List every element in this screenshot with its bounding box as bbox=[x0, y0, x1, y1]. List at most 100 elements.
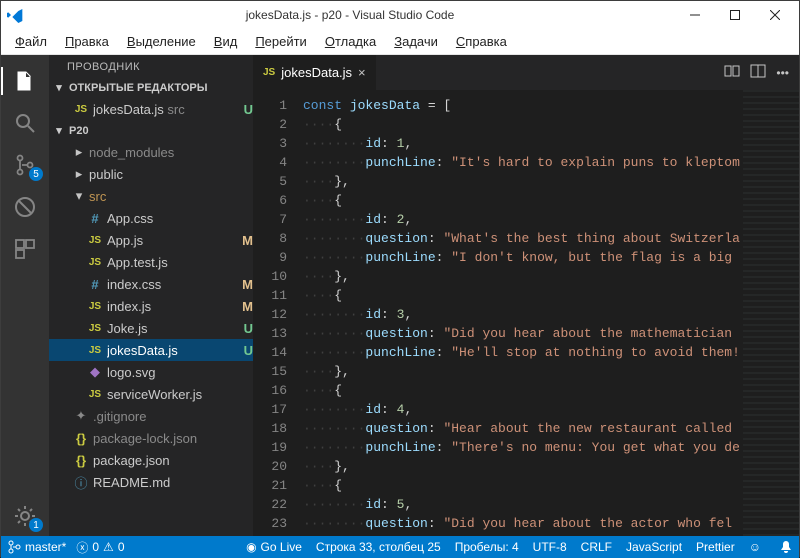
file-label: logo.svg bbox=[107, 365, 253, 380]
sidebar-title: ПРОВОДНИК bbox=[49, 55, 253, 77]
debug-icon bbox=[13, 195, 37, 219]
file-label: App.test.js bbox=[107, 255, 253, 270]
file-item[interactable]: ✦.gitignore bbox=[49, 405, 253, 427]
file-item[interactable]: {}package.json bbox=[49, 449, 253, 471]
file-label: App.js bbox=[107, 233, 233, 248]
file-icon: JS bbox=[87, 345, 103, 356]
status-feedback[interactable]: ☺ bbox=[749, 540, 761, 554]
split-editor-icon[interactable] bbox=[750, 63, 766, 82]
close-icon[interactable]: × bbox=[358, 65, 366, 80]
status-spaces[interactable]: Пробелы: 4 bbox=[455, 540, 519, 554]
status-prettier[interactable]: Prettier bbox=[696, 540, 735, 554]
file-label: package-lock.json bbox=[93, 431, 253, 446]
file-icon: ◆ bbox=[87, 364, 103, 380]
file-label: index.css bbox=[107, 277, 233, 292]
file-item[interactable]: ◆ logo.svg bbox=[49, 361, 253, 383]
js-file-icon: JS bbox=[263, 67, 275, 78]
minimap[interactable] bbox=[743, 90, 799, 536]
file-item[interactable]: {}package-lock.json bbox=[49, 427, 253, 449]
status-branch[interactable]: master* bbox=[7, 540, 66, 554]
file-item[interactable]: #App.css bbox=[49, 207, 253, 229]
activity-search[interactable] bbox=[1, 103, 49, 143]
git-status: U bbox=[237, 102, 253, 117]
file-item[interactable]: ⓘREADME.md bbox=[49, 471, 253, 493]
activity-scm[interactable]: 5 bbox=[1, 145, 49, 185]
search-icon bbox=[13, 111, 37, 135]
git-status: M bbox=[237, 277, 253, 292]
bell-icon[interactable] bbox=[779, 540, 793, 554]
git-status: U bbox=[237, 321, 253, 336]
activity-bar: 5 1 bbox=[1, 55, 49, 536]
close-button[interactable] bbox=[755, 1, 795, 29]
activity-extensions[interactable] bbox=[1, 229, 49, 269]
git-status: U bbox=[237, 343, 253, 358]
file-icon: JS bbox=[87, 257, 103, 268]
branch-icon bbox=[7, 540, 21, 554]
files-icon bbox=[13, 69, 37, 93]
titlebar: jokesData.js - p20 - Visual Studio Code bbox=[1, 1, 799, 29]
chevron-down-icon: ▾ bbox=[53, 81, 65, 94]
folder-label: public bbox=[89, 167, 253, 182]
folder-item[interactable]: ▸ public bbox=[49, 163, 253, 185]
activity-explorer[interactable] bbox=[1, 61, 49, 101]
open-editor-item[interactable]: JSjokesData.js srcU bbox=[49, 98, 253, 120]
file-item[interactable]: JS App.test.js bbox=[49, 251, 253, 273]
maximize-button[interactable] bbox=[715, 1, 755, 29]
open-editors-label: ОТКРЫТЫЕ РЕДАКТОРЫ bbox=[69, 82, 208, 94]
file-icon: {} bbox=[73, 453, 89, 468]
open-editors-header[interactable]: ▾ ОТКРЫТЫЕ РЕДАКТОРЫ bbox=[49, 77, 253, 98]
file-item[interactable]: JSjokesData.jsU bbox=[49, 339, 253, 361]
file-item[interactable]: JSindex.jsM bbox=[49, 295, 253, 317]
tab-label: jokesData.js bbox=[281, 65, 352, 80]
file-item[interactable]: JS serviceWorker.js bbox=[49, 383, 253, 405]
minimize-button[interactable] bbox=[675, 1, 715, 29]
file-item[interactable]: # index.css M bbox=[49, 273, 253, 295]
menu-правка[interactable]: Правка bbox=[57, 32, 117, 51]
menu-выделение[interactable]: Выделение bbox=[119, 32, 204, 51]
menu-справка[interactable]: Справка bbox=[448, 32, 515, 51]
extensions-icon bbox=[13, 237, 37, 261]
status-problems[interactable]: ⓧ0 ⚠0 bbox=[76, 539, 124, 556]
file-icon: ⓘ bbox=[73, 473, 89, 492]
file-icon: # bbox=[87, 277, 103, 292]
git-status: M bbox=[237, 233, 253, 248]
status-branch-label: master* bbox=[25, 540, 66, 554]
js-file-icon: JS bbox=[73, 104, 89, 115]
menu-задачи[interactable]: Задачи bbox=[386, 32, 446, 51]
folder-label: node_modules bbox=[89, 145, 253, 160]
status-encoding[interactable]: UTF-8 bbox=[533, 540, 567, 554]
git-status: M bbox=[237, 299, 253, 314]
status-bar: master* ⓧ0 ⚠0 ◉Go Live Строка 33, столбе… bbox=[1, 536, 799, 558]
status-cursor[interactable]: Строка 33, столбец 25 bbox=[316, 540, 441, 554]
compare-changes-icon[interactable] bbox=[724, 63, 740, 82]
file-icon: JS bbox=[87, 389, 103, 400]
folder-item[interactable]: ▸node_modules bbox=[49, 141, 253, 163]
chevron-right-icon: ▸ bbox=[73, 166, 85, 182]
project-header[interactable]: ▾ P20 bbox=[49, 120, 253, 141]
folder-item[interactable]: ▾src bbox=[49, 185, 253, 207]
activity-debug[interactable] bbox=[1, 187, 49, 227]
code-area[interactable]: const jokesData = [ ····{ ········id: 1,… bbox=[297, 90, 799, 536]
more-icon[interactable]: ••• bbox=[776, 66, 789, 80]
status-lang[interactable]: JavaScript bbox=[626, 540, 682, 554]
menubar: ФайлПравкаВыделениеВидПерейтиОтладкаЗада… bbox=[1, 29, 799, 55]
file-item[interactable]: JSJoke.jsU bbox=[49, 317, 253, 339]
code-editor[interactable]: 123456789101112131415161718192021222324 … bbox=[253, 90, 799, 536]
warning-icon: ⚠ bbox=[103, 540, 114, 554]
status-golive[interactable]: ◉Go Live bbox=[246, 540, 302, 554]
file-item[interactable]: JSApp.jsM bbox=[49, 229, 253, 251]
project-label: P20 bbox=[69, 125, 89, 137]
file-icon: # bbox=[87, 211, 103, 226]
menu-перейти[interactable]: Перейти bbox=[247, 32, 315, 51]
editor-group: JS jokesData.js × ••• 123456789101112131… bbox=[253, 55, 799, 536]
file-icon: ✦ bbox=[73, 408, 89, 424]
chevron-down-icon: ▾ bbox=[73, 188, 85, 204]
tab-jokesdata[interactable]: JS jokesData.js × bbox=[253, 55, 377, 90]
activity-settings[interactable]: 1 bbox=[1, 496, 49, 536]
status-eol[interactable]: CRLF bbox=[581, 540, 612, 554]
menu-вид[interactable]: Вид bbox=[206, 32, 246, 51]
menu-файл[interactable]: Файл bbox=[7, 32, 55, 51]
error-icon: ⓧ bbox=[76, 539, 88, 556]
menu-отладка[interactable]: Отладка bbox=[317, 32, 384, 51]
file-label: serviceWorker.js bbox=[107, 387, 253, 402]
